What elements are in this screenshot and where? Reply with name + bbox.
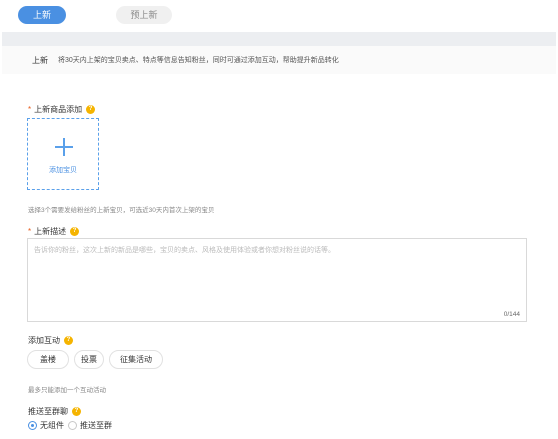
section-divider-band (2, 32, 556, 46)
interaction-option-gailou[interactable]: 盖楼 (27, 350, 69, 369)
interaction-hint: 最多只能添加一个互动活动 (28, 387, 106, 394)
product-label-text: 上新商品添加 (34, 105, 83, 114)
interaction-option-vote[interactable]: 投票 (74, 350, 104, 369)
info-title: 上新 (32, 55, 48, 65)
radio-button[interactable] (28, 421, 37, 430)
info-banner: 上新 将30天内上架的宝贝卖点、特点等信息告知粉丝，同时可通过添加互动，帮助提升… (2, 46, 556, 74)
help-icon[interactable]: ? (72, 407, 81, 416)
push-section-label: 推送至群聊 ? (28, 406, 81, 417)
help-icon[interactable]: ? (86, 105, 96, 114)
char-count: 0/144 (503, 311, 520, 318)
push-radio-group: 无组件 推送至群 (28, 420, 116, 431)
radio-label: 推送至群 (80, 421, 112, 430)
tab-yushangxin[interactable]: 预上新 (116, 6, 172, 24)
add-product-label: 添加宝贝 (49, 167, 77, 174)
description-section-label: * 上新描述 ? (28, 226, 80, 237)
description-textarea-container: 0/144 (27, 238, 527, 322)
required-mark: * (28, 105, 32, 114)
radio-no-component[interactable]: 无组件 (28, 420, 64, 431)
description-textarea[interactable] (28, 239, 526, 321)
push-label-text: 推送至群聊 (28, 407, 68, 416)
info-text: 将30天内上架的宝贝卖点、特点等信息告知粉丝，同时可通过添加互动，帮助提升新品转… (58, 57, 339, 64)
radio-button[interactable] (68, 421, 77, 430)
required-mark: * (28, 227, 32, 236)
description-label-text: 上新描述 (34, 227, 67, 236)
interaction-section-label: 添加互动 ? (28, 335, 73, 346)
plus-icon (55, 138, 73, 156)
tab-shangxin[interactable]: 上新 (18, 6, 66, 24)
help-icon[interactable]: ? (70, 227, 80, 236)
radio-push-to-group[interactable]: 推送至群 (68, 420, 112, 431)
interaction-option-collect[interactable]: 征集活动 (109, 350, 163, 369)
add-product-button[interactable]: 添加宝贝 (27, 118, 99, 190)
product-section-label: * 上新商品添加 ? (28, 104, 96, 115)
product-hint: 选择3个需要发给粉丝的上新宝贝，可选近30天内首次上架的宝贝 (28, 207, 215, 214)
radio-label: 无组件 (40, 421, 64, 430)
help-icon[interactable]: ? (64, 336, 73, 345)
interaction-label-text: 添加互动 (28, 336, 60, 345)
